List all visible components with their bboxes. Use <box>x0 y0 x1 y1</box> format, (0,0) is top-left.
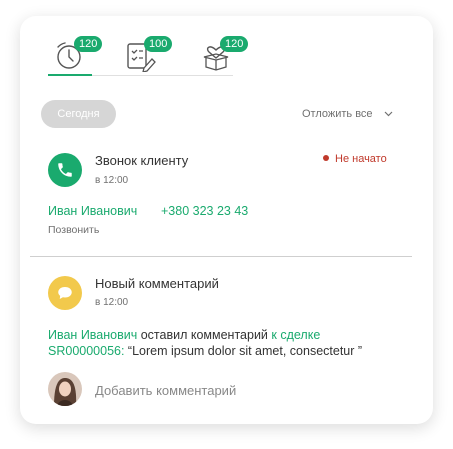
postpone-all-label: Отложить все <box>302 108 373 120</box>
phone-number-link[interactable]: +380 323 23 43 <box>161 204 248 218</box>
tab-badge: 120 <box>220 36 249 52</box>
status-text: Не начато <box>335 153 387 165</box>
active-tab-indicator <box>48 74 92 76</box>
author-link[interactable]: Иван Иванович <box>48 328 137 342</box>
status-dot <box>323 155 329 162</box>
add-comment-input[interactable]: Добавить комментарий <box>95 383 236 398</box>
divider <box>30 256 412 257</box>
task-time: в 12:00 <box>95 175 129 186</box>
task-time: в 12:00 <box>95 297 129 308</box>
status-badge: Не начато <box>323 153 387 165</box>
task-title: Звонок клиенту <box>95 153 189 168</box>
call-button[interactable]: Позвонить <box>48 224 99 236</box>
task-card: 120 100 120 Сегодня Отложить все Звонок … <box>20 16 433 424</box>
tab-badge: 120 <box>74 36 103 52</box>
today-button[interactable]: Сегодня <box>41 100 116 128</box>
chat-bubble-icon <box>48 276 82 310</box>
chevron-down-icon <box>384 108 393 120</box>
task-title: Новый комментарий <box>95 276 219 291</box>
avatar <box>48 372 82 406</box>
tab-gifts[interactable]: 120 <box>200 36 249 76</box>
comment-text: Иван Иванович оставил комментарий к сдел… <box>48 327 388 359</box>
postpone-all-dropdown[interactable]: Отложить все <box>302 108 393 120</box>
tab-badge: 100 <box>144 36 173 52</box>
contact-name-link[interactable]: Иван Иванович <box>48 204 137 218</box>
comment-quote: “Lorem ipsum dolor sit amet, consectetur… <box>124 344 363 358</box>
tab-tasks[interactable]: 120 <box>54 36 103 76</box>
tab-checklist[interactable]: 100 <box>124 36 173 76</box>
phone-icon <box>48 153 82 187</box>
comment-middle-text: оставил комментарий <box>137 328 272 342</box>
